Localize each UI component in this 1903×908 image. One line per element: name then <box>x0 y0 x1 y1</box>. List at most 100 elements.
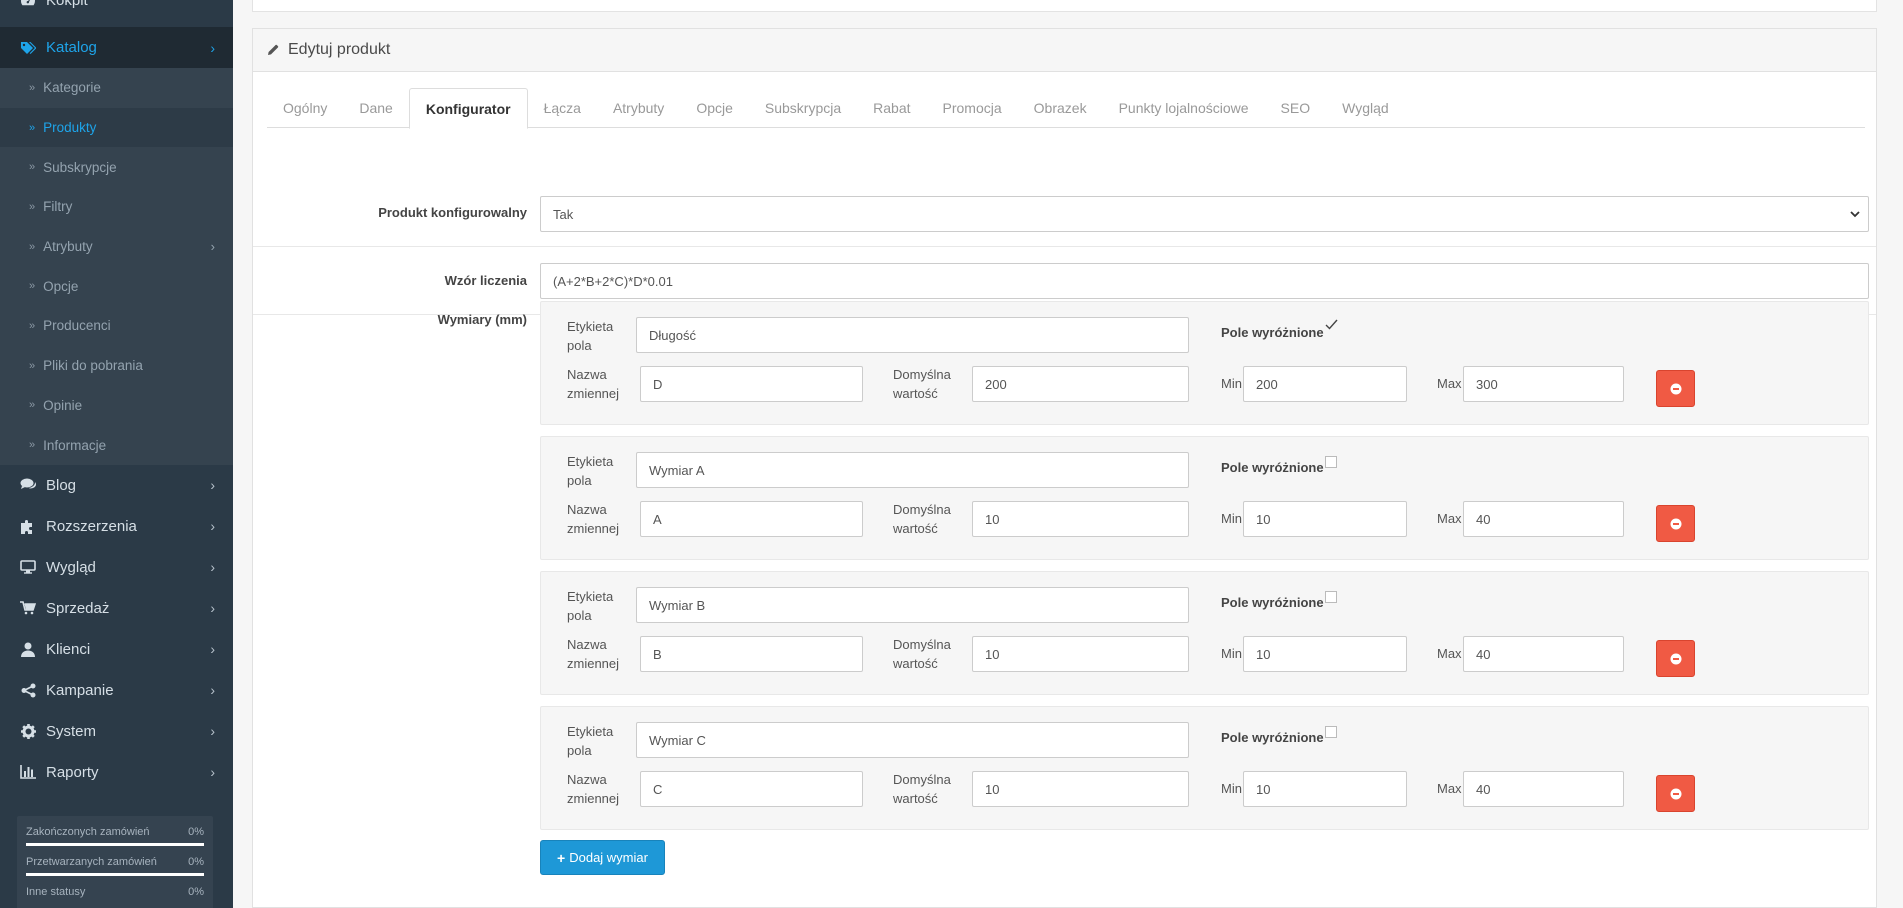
bar-chart-icon <box>18 764 38 780</box>
sidebar-item-opcje[interactable]: » Opcje <box>0 266 233 306</box>
nav-wyglad[interactable]: Wygląd › <box>0 547 233 588</box>
default-value-caption: Domyślna wartość <box>893 772 951 806</box>
main-content: Edytuj produkt Ogólny Dane Konfigurator … <box>233 0 1903 908</box>
stat-value: 0% <box>188 886 204 898</box>
nav-rozszerzenia[interactable]: Rozszerzenia › <box>0 506 233 547</box>
sidebar-item-informacje[interactable]: » Informacje <box>0 425 233 465</box>
nav-system[interactable]: System › <box>0 711 233 752</box>
minus-circle-icon <box>1670 653 1681 664</box>
configurable-select-value: Tak <box>553 206 574 222</box>
featured-field: Pole wyróżnione <box>1221 455 1337 475</box>
tab-opcje[interactable]: Opcje <box>680 88 749 128</box>
remove-dimension-button[interactable] <box>1656 505 1695 542</box>
tab-subskrypcja[interactable]: Subskrypcja <box>749 88 857 128</box>
field-label-input[interactable]: Wymiar A <box>636 452 1189 488</box>
max-caption: Max <box>1437 781 1462 796</box>
sidebar-item-subskrypcje[interactable]: » Subskrypcje <box>0 147 233 187</box>
tab-dane[interactable]: Dane <box>343 88 408 128</box>
sidebar-item-label: Informacje <box>43 437 107 453</box>
nav-katalog-label: Katalog <box>46 39 97 56</box>
sidebar-item-label: Pliki do pobrania <box>43 358 143 374</box>
tab-atrybuty[interactable]: Atrybuty <box>597 88 680 128</box>
puzzle-icon <box>18 518 38 534</box>
remove-dimension-button[interactable] <box>1656 640 1695 677</box>
default-value-input[interactable]: 10 <box>972 771 1189 807</box>
minus-circle-icon <box>1670 383 1681 394</box>
tab-punkty-lojalnosciowe[interactable]: Punkty lojalnościowe <box>1103 88 1265 128</box>
add-dimension-button[interactable]: + Dodaj wymiar <box>540 840 665 875</box>
sidebar-item-opinie[interactable]: » Opinie <box>0 386 233 426</box>
tab-konfigurator[interactable]: Konfigurator <box>408 88 528 129</box>
chevron-right-icon: › <box>210 682 215 699</box>
variable-name-input[interactable]: A <box>640 501 863 537</box>
variable-name-input[interactable]: B <box>640 636 863 672</box>
sidebar-item-producenci[interactable]: » Producenci <box>0 306 233 346</box>
double-chevron-icon: » <box>29 280 36 293</box>
sidebar-item-pliki[interactable]: » Pliki do pobrania <box>0 346 233 386</box>
field-label-input[interactable]: Wymiar B <box>636 587 1189 623</box>
tab-obrazek[interactable]: Obrazek <box>1018 88 1103 128</box>
nav-klienci[interactable]: Klienci › <box>0 629 233 670</box>
min-input[interactable]: 200 <box>1243 366 1407 402</box>
configurable-label: Produkt konfigurowalny <box>378 205 527 220</box>
double-chevron-icon: » <box>29 439 36 452</box>
nav-katalog[interactable]: Katalog › <box>0 27 233 68</box>
row-configurable: Produkt konfigurowalny Tak <box>253 128 1876 247</box>
stat-progress-bar <box>26 873 204 876</box>
min-caption: Min <box>1221 511 1242 526</box>
nav-sprzedaz[interactable]: Sprzedaż › <box>0 588 233 629</box>
sidebar-item-kategorie[interactable]: » Kategorie <box>0 68 233 108</box>
desktop-icon <box>18 559 38 575</box>
sidebar-item-atrybuty[interactable]: » Atrybuty › <box>0 227 233 267</box>
stat-label: Przetwarzanych zamówień <box>26 856 157 868</box>
max-input[interactable]: 40 <box>1463 771 1624 807</box>
default-value-input[interactable]: 10 <box>972 501 1189 537</box>
field-label-input[interactable]: Długość <box>636 317 1189 353</box>
featured-checkbox[interactable] <box>1324 725 1337 738</box>
chevron-down-icon <box>1850 207 1860 224</box>
max-input[interactable]: 40 <box>1463 501 1624 537</box>
min-input[interactable]: 10 <box>1243 771 1407 807</box>
tab-wyglad[interactable]: Wygląd <box>1326 88 1405 128</box>
min-input[interactable]: 10 <box>1243 636 1407 672</box>
featured-checkbox[interactable] <box>1325 319 1338 333</box>
chevron-right-icon: › <box>210 239 215 255</box>
variable-name-input[interactable]: D <box>640 366 863 402</box>
tab-ogolny[interactable]: Ogólny <box>267 88 343 128</box>
remove-dimension-button[interactable] <box>1656 775 1695 812</box>
max-input[interactable]: 40 <box>1463 636 1624 672</box>
sidebar-item-produkty[interactable]: » Produkty <box>0 107 233 148</box>
cart-icon <box>18 600 38 616</box>
chevron-right-icon: › <box>210 723 215 740</box>
default-value-input[interactable]: 10 <box>972 636 1189 672</box>
field-label-caption: Etykieta pola <box>567 724 614 758</box>
nav-kampanie[interactable]: Kampanie › <box>0 670 233 711</box>
sidebar-item-filtry[interactable]: » Filtry <box>0 187 233 227</box>
tab-seo[interactable]: SEO <box>1265 88 1327 128</box>
field-label-input[interactable]: Wymiar C <box>636 722 1189 758</box>
nav-kokpit[interactable]: Kokpit <box>0 0 233 14</box>
default-value-input[interactable]: 200 <box>972 366 1189 402</box>
double-chevron-icon: » <box>29 200 36 213</box>
max-input[interactable]: 300 <box>1463 366 1624 402</box>
remove-dimension-button[interactable] <box>1656 370 1695 407</box>
sidebar-item-label: Subskrypcje <box>43 159 117 175</box>
featured-checkbox[interactable] <box>1324 590 1337 603</box>
nav-blog[interactable]: Blog › <box>0 465 233 506</box>
min-input[interactable]: 10 <box>1243 501 1407 537</box>
dimensions-label: Wymiary (mm) <box>437 312 527 327</box>
nav-sprzedaz-label: Sprzedaż <box>46 599 110 617</box>
tab-lacza[interactable]: Łącza <box>528 88 597 128</box>
tab-rabat[interactable]: Rabat <box>857 88 926 128</box>
featured-checkbox[interactable] <box>1324 455 1337 468</box>
plus-icon: + <box>557 849 566 866</box>
configurable-select[interactable]: Tak <box>540 196 1869 232</box>
chevron-right-icon: › <box>210 39 215 56</box>
catalog-subnav: » Kategorie » Produkty » Subskrypcje » Filtr… <box>0 68 233 465</box>
max-caption: Max <box>1437 511 1462 526</box>
tab-promocja[interactable]: Promocja <box>927 88 1018 128</box>
minus-circle-icon <box>1670 788 1681 799</box>
variable-name-input[interactable]: C <box>640 771 863 807</box>
nav-raporty[interactable]: Raporty › <box>0 752 233 793</box>
formula-input[interactable]: (A+2*B+2*C)*D*0.01 <box>540 263 1869 299</box>
